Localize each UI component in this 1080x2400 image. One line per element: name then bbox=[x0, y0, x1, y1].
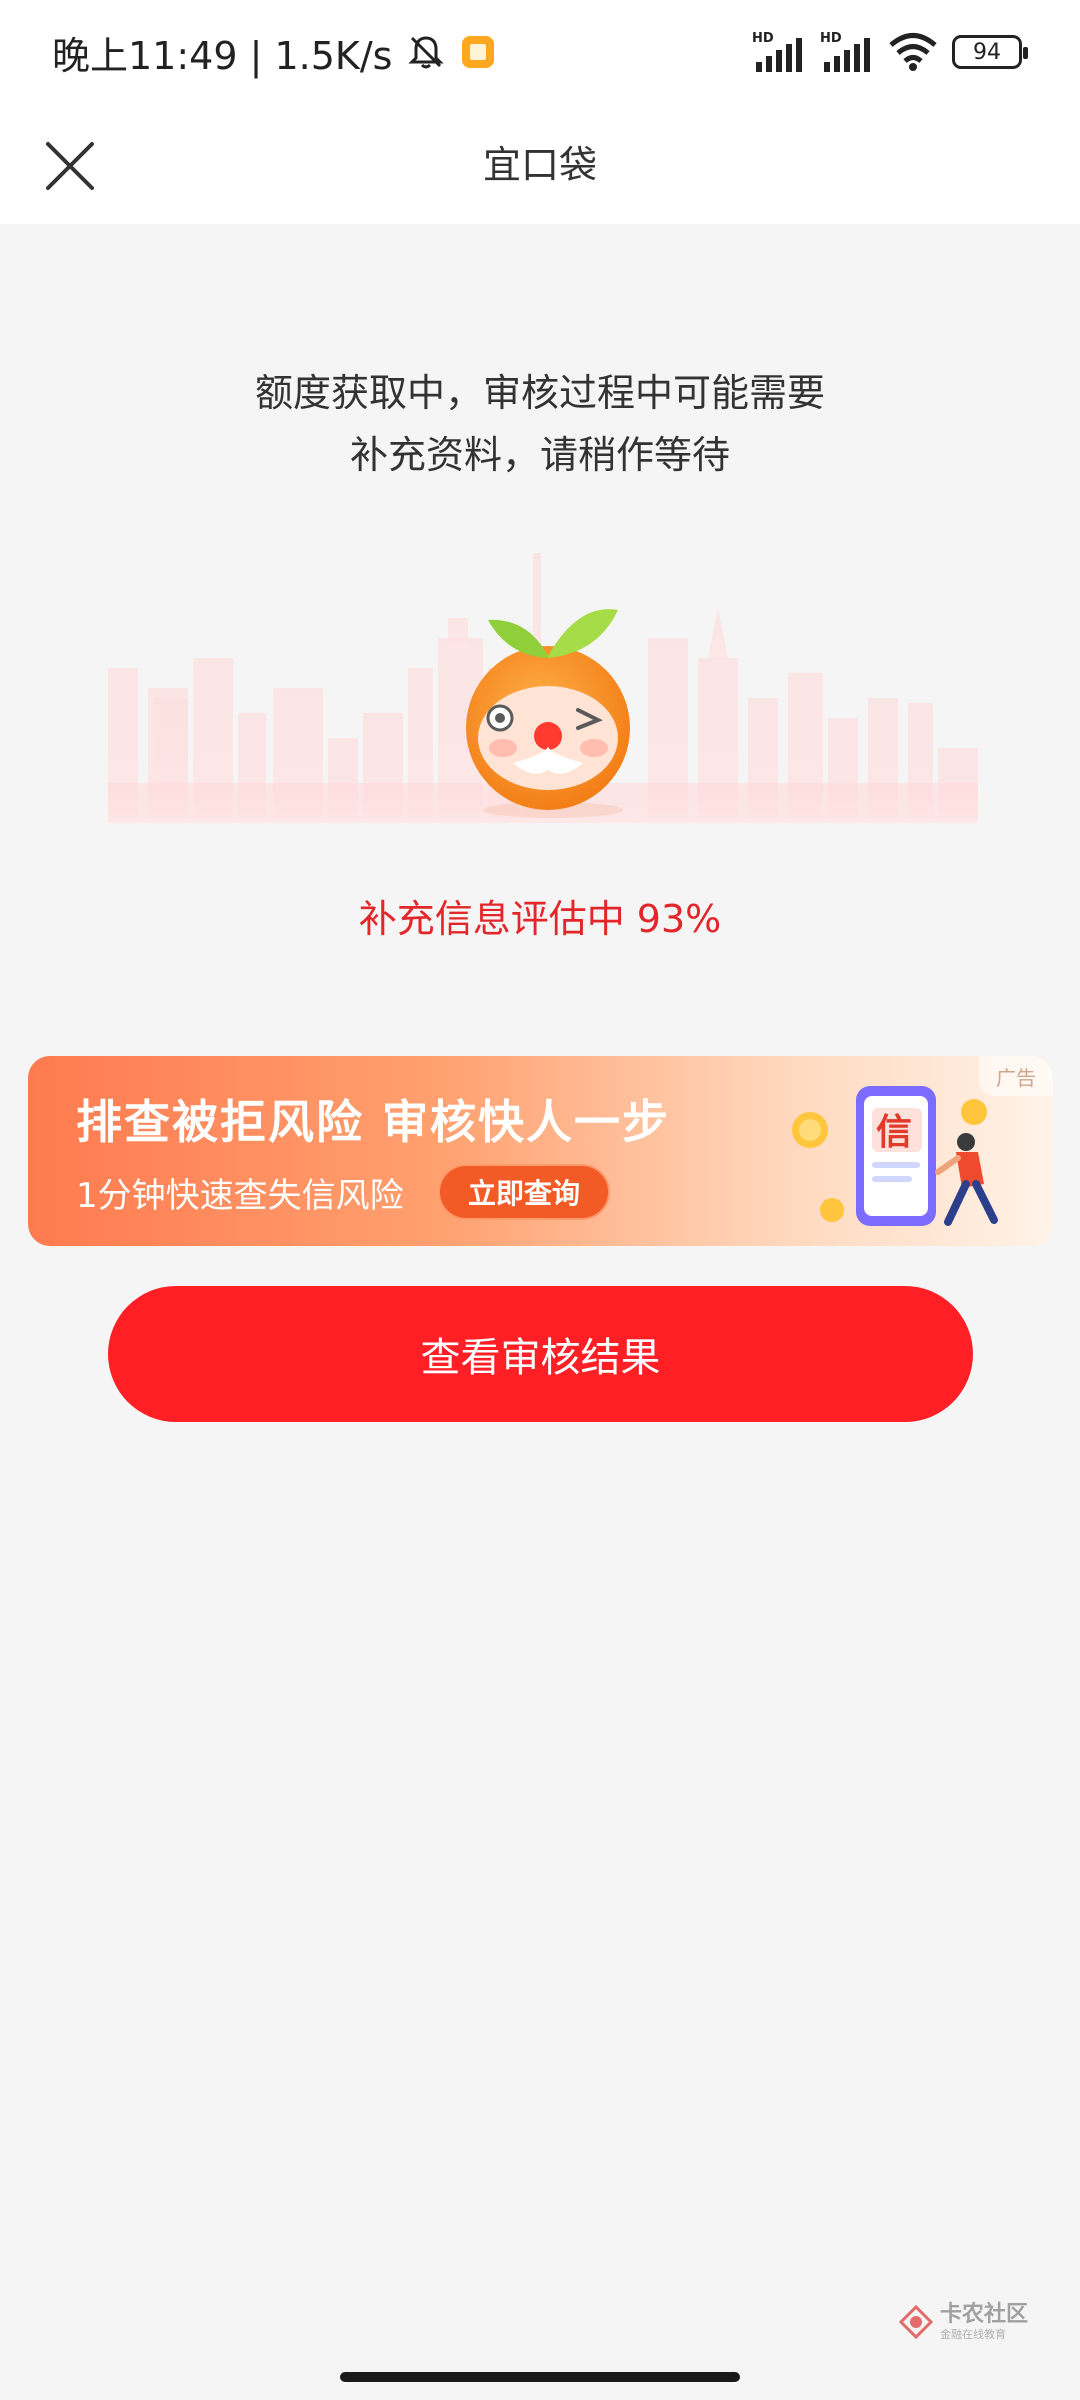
app-notification-icon bbox=[462, 36, 495, 68]
status-time-group: 晚上11:49 | 1.5K/s bbox=[52, 22, 496, 82]
battery-level: 94 bbox=[973, 39, 1001, 65]
battery-icon: 94 bbox=[952, 35, 1028, 69]
status-message-line-1: 额度获取中，审核过程中可能需要 bbox=[254, 371, 825, 415]
status-message-line-2: 补充资料，请稍作等待 bbox=[349, 433, 730, 477]
ad-title: 排查被拒风险 审核快人一步 bbox=[76, 1095, 671, 1149]
ad-banner[interactable]: 排查被拒风险 审核快人一步 1分钟快速查失信风险 立即查询 广告 信 bbox=[28, 1056, 1053, 1246]
home-indicator[interactable] bbox=[340, 2372, 740, 2382]
credit-check-illustration: 信 bbox=[792, 1086, 998, 1226]
status-time: 晚上11:49 | 1.5K/s bbox=[52, 33, 393, 78]
page-title: 宜口袋 bbox=[482, 143, 597, 187]
svg-text:HD: HD bbox=[752, 31, 774, 46]
view-result-button[interactable]: 查看审核结果 bbox=[108, 1286, 973, 1422]
ad-query-button[interactable]: 立即查询 bbox=[438, 1164, 610, 1220]
status-message: 额度获取中，审核过程中可能需要 补充资料，请稍作等待 bbox=[140, 362, 940, 486]
watermark-text: 卡农社区 金融在线教育 bbox=[940, 2302, 1029, 2341]
status-bar: 晚上11:49 | 1.5K/s HD HD 94 bbox=[0, 0, 1080, 104]
bell-muted-icon bbox=[408, 36, 445, 69]
status-icons: HD HD 94 bbox=[752, 28, 1028, 76]
signal-hd-icon: HD bbox=[752, 31, 802, 72]
watermark: 卡农社区 金融在线教育 bbox=[898, 2304, 1028, 2340]
credit-glyph: 信 bbox=[876, 1112, 912, 1153]
progress-status-text: 补充信息评估中 93% bbox=[358, 897, 722, 941]
loading-illustration bbox=[108, 553, 978, 823]
svg-text:HD: HD bbox=[820, 31, 842, 46]
watermark-sub: 金融在线教育 bbox=[940, 2328, 1006, 2341]
wifi-icon bbox=[889, 33, 937, 71]
watermark-main: 卡农社区 bbox=[940, 2302, 1029, 2327]
navbar: 宜口袋 bbox=[0, 104, 1080, 224]
ad-subtitle: 1分钟快速查失信风险 bbox=[76, 1176, 404, 1216]
signal-hd-icon-2: HD bbox=[820, 31, 870, 72]
watermark-logo-icon bbox=[898, 2304, 934, 2340]
